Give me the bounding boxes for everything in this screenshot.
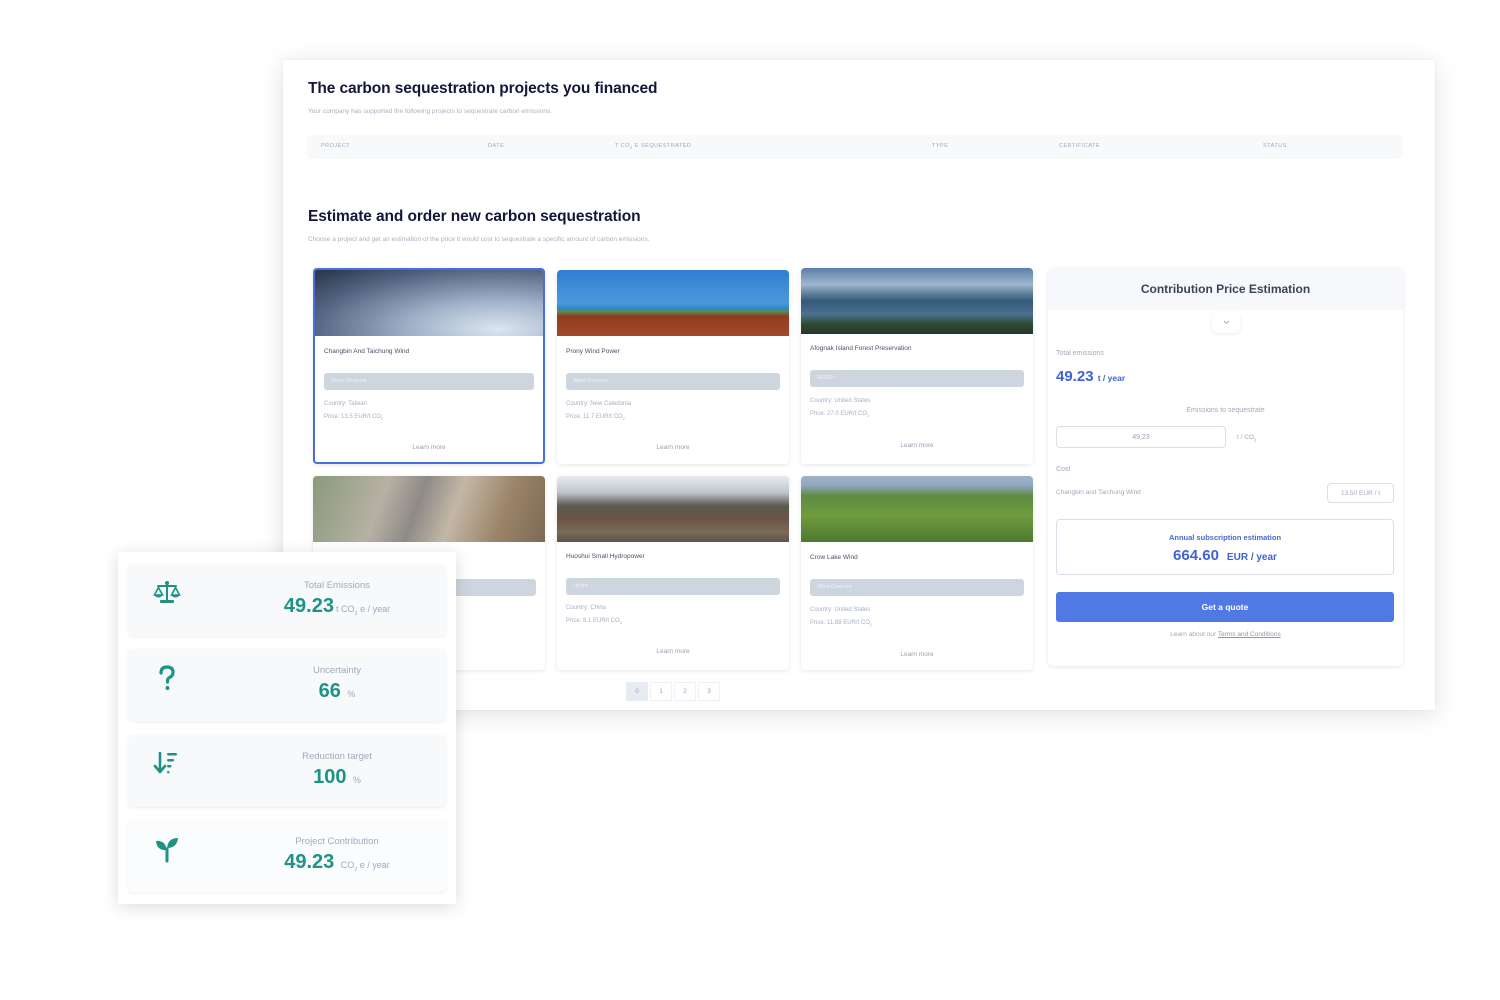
project-price: Price: 11.88 EUR/t CO2 [810,620,873,628]
financed-title: The carbon sequestration projects you fi… [308,80,658,97]
column-status[interactable]: STATUS [1263,143,1287,149]
learn-more-link[interactable]: Learn more [557,648,789,655]
project-card[interactable]: Changbin And Taichung Wind Wind Onshore … [313,268,545,464]
project-price: Price: 8.1 EUR/t CO2 [566,618,622,626]
column-project[interactable]: PROJECT [321,143,350,149]
project-card[interactable]: Huoshui Small Hydropower Hydro Country: … [557,476,789,670]
pagination: 0 1 2 3 [626,682,720,701]
total-emissions-label: Total emissions [1056,350,1104,357]
estimation-dropdown[interactable] [1212,312,1240,333]
project-card[interactable]: Prony Wind Power Wind Onshore Country: N… [557,270,789,464]
financed-table-header: PROJECT DATE T CO2 E SEQUESTRATED TYPE C… [308,135,1402,157]
emissions-to-sequestrate-input[interactable] [1056,426,1226,448]
stat-value: 49.23 t CO2 e / year [283,595,391,617]
column-sequestrated[interactable]: T CO2 E SEQUESTRATED [615,143,692,150]
project-country: Country: New Caledonia [566,401,632,407]
project-name: Crow Lake Wind [810,554,858,561]
project-card[interactable]: Afognak Island Forest Preservation REDD+… [801,268,1033,464]
emissions-to-sequestrate-label: Emissions to sequestrate [1186,407,1265,414]
project-type-badge: Wind Onshore [810,579,1024,596]
project-type-badge: Wind Onshore [324,373,534,390]
stat-value: 100 % [313,766,361,788]
project-image [557,476,789,542]
project-name: Prony Wind Power [566,348,620,355]
project-meta: Country: United States Price: 27.0 EUR/t… [810,395,870,422]
stat-card-total-emissions: Total Emissions 49.23 t CO2 e / year [128,564,446,636]
project-name: Huoshui Small Hydropower [566,553,645,560]
page-button-2[interactable]: 2 [674,682,696,701]
project-country: Country: United States [810,398,871,404]
page-button-3[interactable]: 3 [698,682,720,701]
project-image [801,268,1033,334]
page-button-1[interactable]: 1 [650,682,672,701]
cost-label: Cost [1056,466,1071,473]
project-card[interactable]: Crow Lake Wind Wind Onshore Country: Uni… [801,476,1033,670]
sort-descending-icon [153,751,177,774]
project-name: Changbin And Taichung Wind [324,348,410,355]
project-type-badge: Wind Onshore [566,373,780,390]
project-price: Price: 13.5 EUR/t CO2 [324,414,384,422]
question-icon [159,665,175,690]
chevron-down-icon [1223,320,1229,325]
project-meta: Country: Taiwan Price: 13.5 EUR/t CO2 [324,398,383,425]
column-certificate[interactable]: CERTIFICATE [1059,143,1100,149]
learn-more-link[interactable]: Learn more [801,442,1033,449]
cost-price-per-ton: 13.50 EUR / t [1327,483,1394,503]
contribution-estimation-panel: Contribution Price Estimation Total emis… [1048,268,1403,666]
project-meta: Country: United States Price: 11.88 EUR/… [810,604,872,631]
sprout-icon [156,838,178,863]
project-image [315,270,543,336]
project-meta: Country: China Price: 8.1 EUR/t CO2 [566,602,622,629]
column-date[interactable]: DATE [488,143,504,149]
estimate-title: Estimate and order new carbon sequestrat… [308,208,641,225]
stat-value: 66 % [318,680,356,702]
terms-text: Learn about our Terms and Conditions [1170,631,1281,638]
emissions-stats-panel: Total Emissions 49.23 t CO2 e / year Unce… [118,552,456,904]
learn-more-link[interactable]: Learn more [557,444,789,451]
column-type[interactable]: TYPE [932,143,948,149]
get-quote-button[interactable]: Get a quote [1056,592,1394,622]
project-image [313,476,545,542]
project-price: Price: 11.7 EUR/t CO2 [566,414,625,422]
project-price: Price: 27.0 EUR/t CO2 [810,411,870,419]
page-button-0[interactable]: 0 [626,682,648,701]
project-name: Afognak Island Forest Preservation [810,345,912,352]
project-country: Country: China [566,605,607,611]
learn-more-link[interactable]: Learn more [801,651,1033,658]
project-country: Country: Taiwan [324,401,367,407]
project-image [801,476,1033,542]
sequestrate-unit: t / CO2 [1237,434,1257,443]
scale-icon [153,581,181,603]
cost-project-name: Changbin and Taichung Wind [1056,489,1141,496]
estimate-subtitle: Choose a project and get an estimation o… [308,236,650,243]
total-emissions-value: 49.23 t / year [1056,368,1126,385]
terms-link[interactable]: Terms and Conditions [1218,631,1281,638]
stat-label: Project Contribution [295,836,379,847]
project-type-badge: Hydro [566,578,780,595]
annual-subscription-box: Annual subscription estimation 664.60 EUR… [1056,519,1394,575]
annual-subscription-label: Annual subscription estimation [1168,533,1282,542]
stat-card-reduction-target: Reduction target 100 % [128,735,446,807]
estimation-title: Contribution Price Estimation [1140,282,1311,296]
stat-label: Uncertainty [312,665,362,676]
annual-subscription-value: 664.60 EUR / year [1173,547,1277,564]
project-image [557,270,789,336]
stat-label: Reduction target [302,751,372,762]
financed-subtitle: Your company has supported the following… [308,108,553,115]
stat-card-uncertainty: Uncertainty 66 % [128,649,446,721]
project-type-badge: REDD+ [810,370,1024,387]
stat-label: Total Emissions [304,580,370,591]
stat-value: 49.23 CO2 e / year [284,851,390,873]
stat-card-project-contribution: Project Contribution 49.23 CO2 e / year [128,820,446,892]
project-country: Country: United States [810,607,871,613]
estimation-header: Contribution Price Estimation [1048,268,1403,310]
project-meta: Country: New Caledonia Price: 11.7 EUR/t… [566,398,631,425]
learn-more-link[interactable]: Learn more [315,444,543,451]
